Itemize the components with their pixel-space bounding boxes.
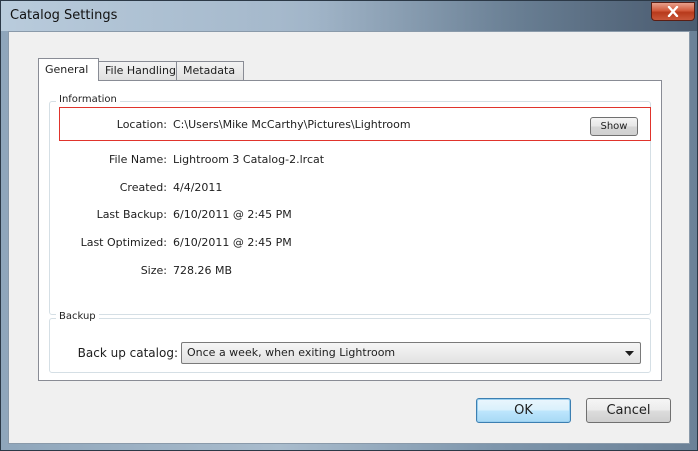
last-backup-label: Last Backup: — [96, 208, 167, 221]
general-tab-panel: Information Location: C:\Users\Mike McCa… — [38, 80, 662, 381]
backup-label-row: Back up catalog: — [39, 346, 178, 362]
title-bar[interactable]: Catalog Settings — [1, 1, 697, 31]
location-label-row: Location: — [39, 118, 167, 134]
show-button[interactable]: Show — [590, 117, 638, 136]
close-button[interactable] — [651, 2, 695, 21]
last-optimized-label-row: Last Optimized: — [39, 236, 167, 252]
cancel-button[interactable]: Cancel — [586, 398, 671, 423]
tab-general[interactable]: General — [38, 58, 99, 81]
file-name-value: Lightroom 3 Catalog-2.lrcat — [173, 153, 325, 166]
created-value: 4/4/2011 — [173, 181, 223, 194]
backup-frequency-value: Once a week, when exiting Lightroom — [187, 346, 396, 359]
tab-metadata[interactable]: Metadata — [176, 61, 244, 80]
size-label-row: Size: — [39, 264, 167, 280]
backup-caption: Backup — [56, 311, 99, 322]
size-label: Size: — [140, 264, 167, 277]
last-optimized-value: 6/10/2011 @ 2:45 PM — [173, 236, 292, 249]
catalog-settings-window: Catalog Settings General File Handling M… — [0, 0, 698, 451]
last-backup-label-row: Last Backup: — [39, 208, 167, 224]
tab-file-handling-label: File Handling — [105, 64, 176, 77]
ok-button-label: OK — [514, 403, 533, 418]
window-title: Catalog Settings — [10, 8, 118, 23]
tab-metadata-label: Metadata — [183, 64, 236, 77]
information-caption: Information — [56, 94, 120, 105]
show-button-label: Show — [600, 121, 628, 132]
size-value: 728.26 MB — [173, 264, 233, 277]
created-label-row: Created: — [39, 181, 167, 197]
file-name-label-row: File Name: — [39, 153, 167, 169]
tab-file-handling[interactable]: File Handling — [98, 61, 177, 80]
location-label: Location: — [116, 118, 167, 131]
backup-frequency-select[interactable]: Once a week, when exiting Lightroom — [181, 342, 641, 364]
location-value: C:\Users\Mike McCarthy\Pictures\Lightroo… — [173, 118, 411, 131]
ok-button[interactable]: OK — [476, 398, 571, 423]
cancel-button-label: Cancel — [606, 403, 651, 418]
file-name-label: File Name: — [108, 153, 167, 166]
tab-general-label: General — [45, 63, 89, 76]
last-optimized-label: Last Optimized: — [80, 236, 167, 249]
created-label: Created: — [119, 181, 167, 194]
backup-catalog-label: Back up catalog: — [77, 346, 178, 360]
last-backup-value: 6/10/2011 @ 2:45 PM — [173, 208, 292, 221]
dialog-client-area: General File Handling Metadata Informati… — [8, 31, 690, 444]
chevron-down-icon — [625, 351, 634, 356]
close-icon — [667, 5, 679, 18]
